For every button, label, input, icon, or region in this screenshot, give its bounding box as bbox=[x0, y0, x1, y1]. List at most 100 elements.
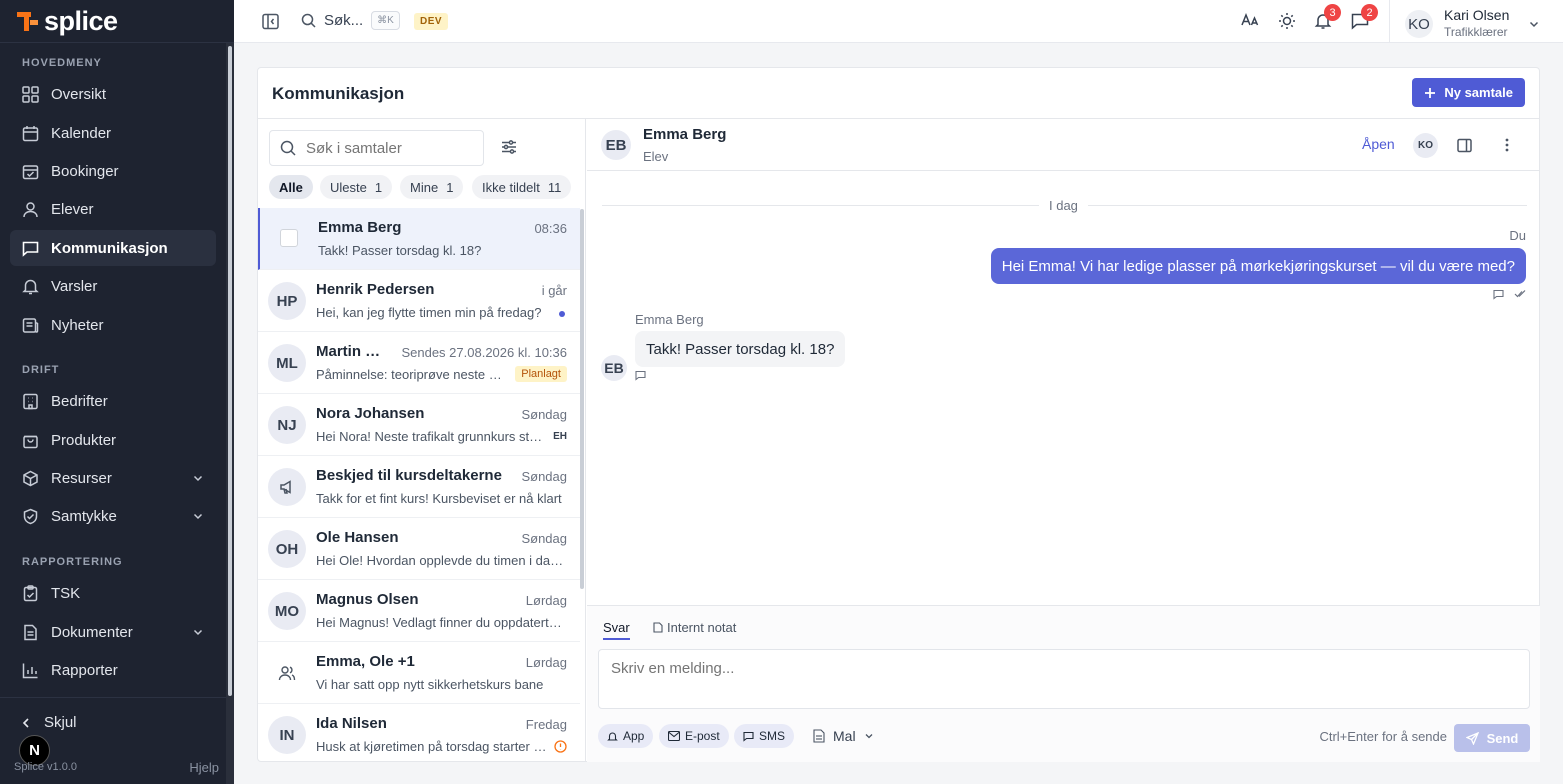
filter-chip-label: Mine bbox=[410, 179, 439, 195]
send-button[interactable]: Send bbox=[1454, 724, 1530, 752]
conversation-preview: Takk for et fint kurs! Kursbeviset er nå… bbox=[316, 491, 562, 506]
chevron-down-icon bbox=[1530, 21, 1539, 28]
sidebar-item-elever[interactable]: Elever bbox=[10, 191, 216, 227]
conversation-row[interactable]: OH Ole Hansen Søndag Hei Ole! Hvordan op… bbox=[258, 518, 580, 580]
sidebar-item-tsk[interactable]: TSK bbox=[10, 575, 216, 611]
splice-logo-icon bbox=[17, 12, 38, 31]
filter-chip-all[interactable]: Alle bbox=[269, 175, 313, 199]
sidebar-item-oversikt[interactable]: Oversikt bbox=[10, 76, 216, 112]
scheduled-badge: Planlagt bbox=[515, 366, 567, 382]
message-channel-icon bbox=[635, 370, 646, 381]
filter-button[interactable] bbox=[501, 139, 517, 160]
channel-sms-label: SMS bbox=[759, 729, 786, 743]
hide-sidebar-button[interactable]: Skjul bbox=[20, 714, 77, 731]
assignee-avatar[interactable]: KO bbox=[1413, 133, 1438, 158]
sidebar-item-nyheter[interactable]: Nyheter bbox=[10, 307, 216, 343]
unread-dot bbox=[559, 311, 565, 317]
conversation-search[interactable] bbox=[269, 130, 484, 166]
conversation-row[interactable]: ML Martin Larsen Sendes 27.08.2026 kl. 1… bbox=[258, 332, 580, 394]
sidebar-footer: Skjul N Splice v1.0.0 Hjelp bbox=[0, 697, 226, 784]
filter-chip-mine[interactable]: Mine 1 bbox=[400, 175, 464, 199]
conversation-preview: Takk! Passer torsdag kl. 18? bbox=[318, 243, 482, 258]
sidebar-scrollbar-thumb[interactable] bbox=[228, 46, 232, 696]
brand-logo[interactable]: splice bbox=[0, 0, 234, 43]
sidebar-item-samtykke[interactable]: Samtykke bbox=[10, 498, 216, 534]
channel-email-toggle[interactable]: E-post bbox=[659, 724, 729, 748]
avatar: IN bbox=[268, 716, 306, 754]
avatar: MO bbox=[268, 592, 306, 630]
communication-card: Kommunikasjon Ny samtale Alle Uleste 1 Mi… bbox=[257, 67, 1540, 762]
new-conversation-label: Ny samtale bbox=[1444, 85, 1513, 100]
avatar: HP bbox=[268, 282, 306, 320]
sidebar-item-rapporter[interactable]: Rapporter bbox=[10, 652, 216, 688]
filter-chip-count: 1 bbox=[374, 179, 383, 195]
sidebar-item-label: Nyheter bbox=[51, 316, 104, 334]
toggle-sidebar-button[interactable] bbox=[262, 13, 279, 30]
incoming-message: Takk! Passer torsdag kl. 18? bbox=[635, 331, 846, 367]
notifications-button[interactable]: 3 bbox=[1314, 4, 1341, 30]
select-checkbox[interactable] bbox=[280, 229, 298, 247]
conversation-row[interactable]: Emma, Ole +1 Lørdag Vi har satt opp nytt… bbox=[258, 642, 580, 704]
tab-internal-note[interactable]: Internt notat bbox=[653, 620, 736, 635]
sidebar-item-label: Dokumenter bbox=[51, 623, 133, 641]
conversation-list-scrollbar[interactable] bbox=[580, 209, 584, 589]
sidebar-item-dokumenter[interactable]: Dokumenter bbox=[10, 614, 216, 650]
channel-app-toggle[interactable]: App bbox=[598, 724, 654, 748]
template-label: Mal bbox=[833, 728, 856, 744]
text-size-button[interactable] bbox=[1241, 13, 1259, 27]
help-link[interactable]: Hjelp bbox=[189, 760, 219, 775]
conversation-time: i går bbox=[541, 283, 567, 298]
conversation-time: Fredag bbox=[525, 717, 567, 732]
sidebar-item-label: Kalender bbox=[51, 124, 112, 142]
filter-chip-unread[interactable]: Uleste 1 bbox=[320, 175, 393, 199]
sidebar-item-kalender[interactable]: Kalender bbox=[10, 115, 216, 151]
sidebar-item-bedrifter[interactable]: Bedrifter bbox=[10, 383, 216, 419]
contact-name[interactable]: Emma Berg bbox=[643, 126, 726, 143]
template-dropdown[interactable]: Mal bbox=[813, 728, 874, 744]
alert-circle-icon bbox=[554, 740, 567, 753]
more-vertical-icon[interactable] bbox=[1502, 137, 1512, 153]
sidebar-item-varsler[interactable]: Varsler bbox=[10, 268, 216, 304]
channel-sms-toggle[interactable]: SMS bbox=[734, 724, 795, 748]
conversation-row[interactable]: IN Ida Nilsen Fredag Husk at kjøretimen … bbox=[258, 704, 580, 762]
incoming-avatar: EB bbox=[601, 355, 627, 381]
messages-button[interactable]: 2 bbox=[1351, 4, 1378, 30]
conversation-row[interactable]: HP Henrik Pedersen i går Hei, kan jeg fl… bbox=[258, 270, 580, 332]
conversation-status-button[interactable]: Åpen bbox=[1362, 136, 1395, 152]
sidebar-item-kommunikasjon[interactable]: Kommunikasjon bbox=[10, 230, 216, 266]
conversation-name: Emma Berg bbox=[318, 219, 402, 236]
send-shortcut-hint: Ctrl+Enter for å sende bbox=[1319, 729, 1447, 744]
user-menu[interactable]: KO Kari Olsen Trafikklærer bbox=[1405, 7, 1540, 41]
app-version: Splice v1.0.0 bbox=[14, 761, 77, 773]
sidebar-item-produkter[interactable]: Produkter bbox=[10, 422, 216, 458]
panel-right-icon[interactable] bbox=[1457, 138, 1472, 153]
conversation-row[interactable]: Emma Berg 08:36 Takk! Passer torsdag kl.… bbox=[258, 208, 580, 270]
megaphone-icon bbox=[268, 468, 306, 506]
outgoing-message: Hei Emma! Vi har ledige plasser på mørke… bbox=[990, 248, 1526, 284]
sidebar-item-resurser[interactable]: Resurser bbox=[10, 460, 216, 496]
conversation-row[interactable]: NJ Nora Johansen Søndag Hei Nora! Neste … bbox=[258, 394, 580, 456]
day-label: I dag bbox=[1039, 198, 1088, 213]
notifications-badge: 3 bbox=[1324, 4, 1341, 21]
conversation-row[interactable]: Beskjed til kursdeltakerne Søndag Takk f… bbox=[258, 456, 580, 518]
bar-chart-icon bbox=[22, 662, 39, 679]
filter-chip-unassigned[interactable]: Ikke tildelt 11 bbox=[472, 175, 572, 199]
conversation-preview: Påminnelse: teoriprøve neste uke bbox=[316, 367, 504, 382]
conversation-name: Ole Hansen bbox=[316, 529, 399, 546]
theme-toggle-button[interactable] bbox=[1278, 12, 1296, 30]
note-icon bbox=[653, 622, 663, 633]
new-conversation-button[interactable]: Ny samtale bbox=[1412, 78, 1525, 107]
tab-reply[interactable]: Svar bbox=[603, 620, 630, 640]
plus-icon bbox=[1425, 87, 1436, 98]
conversation-search-input[interactable] bbox=[306, 139, 466, 157]
sidebar-item-label: Kommunikasjon bbox=[51, 239, 168, 257]
avatar: NJ bbox=[268, 406, 306, 444]
sidebar-item-bookinger[interactable]: Bookinger bbox=[10, 153, 216, 189]
chevron-down-icon bbox=[193, 475, 203, 482]
conversation-preview: Hei, kan jeg flytte timen min på fredag? bbox=[316, 305, 542, 320]
conversation-row[interactable]: MO Magnus Olsen Lørdag Hei Magnus! Vedla… bbox=[258, 580, 580, 642]
message-input[interactable] bbox=[598, 649, 1530, 709]
avatar: OH bbox=[268, 530, 306, 568]
contact-role: Elev bbox=[643, 149, 669, 164]
global-search-button[interactable]: Søk... ⌘K bbox=[301, 11, 400, 30]
